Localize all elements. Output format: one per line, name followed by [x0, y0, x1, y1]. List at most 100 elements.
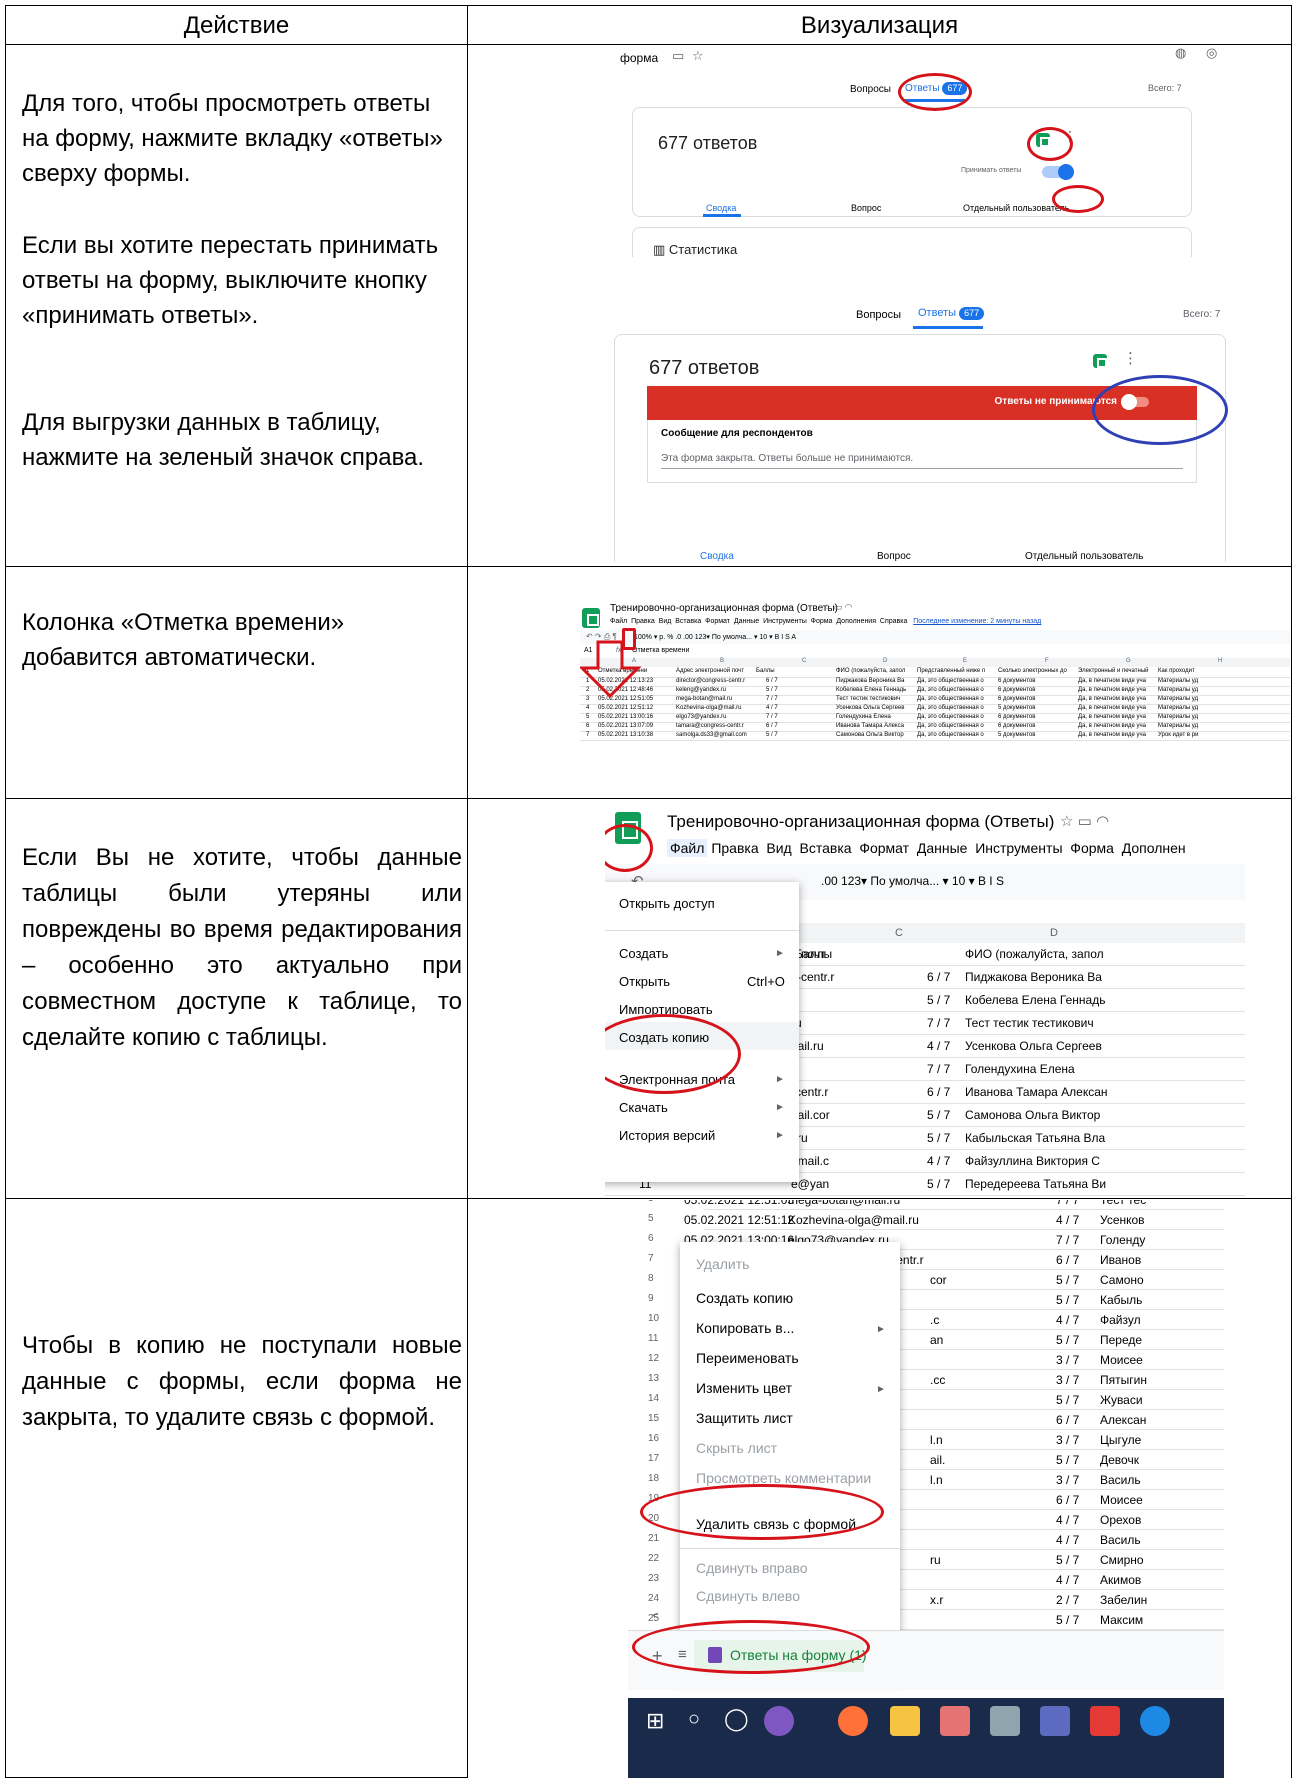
- table-cell[interactable]: 6 / 7: [1056, 1413, 1079, 1427]
- table-cell[interactable]: Пиджакова Вероника Ва: [965, 970, 1102, 984]
- sheets-link-icon-2[interactable]: [1093, 354, 1108, 369]
- accept-responses-toggle[interactable]: [1042, 164, 1074, 180]
- table-cell[interactable]: 4 / 7: [927, 1154, 950, 1168]
- table-cell[interactable]: 5 документов: [998, 732, 1035, 738]
- table-cell[interactable]: Усенкова Ольга Сергеев: [836, 705, 904, 711]
- table-cell[interactable]: Цыгуле: [1100, 1433, 1141, 1447]
- table-cell[interactable]: 05.02.2021 12:51:05: [684, 1200, 794, 1207]
- windows-start-icon[interactable]: ⊞: [646, 1708, 664, 1734]
- tab-questions[interactable]: Вопросы: [850, 84, 891, 95]
- table-cell[interactable]: Kozhevina-olga@mail.ru: [676, 705, 741, 711]
- table-cell[interactable]: 6 / 7: [1056, 1253, 1079, 1267]
- paint-icon[interactable]: [940, 1706, 970, 1736]
- table-cell[interactable]: Да, в печатном виде уча: [1078, 705, 1146, 711]
- ctx-copy-to[interactable]: Копировать в...: [696, 1320, 900, 1336]
- table-cell[interactable]: cor: [930, 1273, 947, 1287]
- menu-form-2[interactable]: Форма: [1070, 840, 1114, 856]
- calculator-icon[interactable]: [1040, 1706, 1070, 1736]
- subtab-summary[interactable]: Сводка: [706, 203, 736, 213]
- menu-view[interactable]: Вид: [659, 618, 672, 625]
- table-cell[interactable]: Материалы уд: [1158, 696, 1198, 702]
- ctx-delete[interactable]: Удалить: [696, 1256, 900, 1272]
- menu-edit[interactable]: Правка: [631, 618, 655, 625]
- table-cell[interactable]: Да, это общественная о: [917, 705, 984, 711]
- table-cell[interactable]: 6 / 7: [927, 970, 950, 984]
- table-cell[interactable]: Кабыль: [1100, 1293, 1142, 1307]
- table-cell[interactable]: 05.02.2021 12:51:12: [598, 705, 653, 711]
- table-cell[interactable]: Кобелева Елена Геннадь: [836, 687, 906, 693]
- ctx-rename[interactable]: Переименовать: [696, 1350, 900, 1366]
- table-cell[interactable]: .cc: [930, 1373, 945, 1387]
- tor-browser-icon[interactable]: [764, 1706, 794, 1736]
- ctx-comments[interactable]: Просмотреть комментарии: [696, 1470, 900, 1486]
- menu-form[interactable]: Форма: [811, 618, 833, 625]
- table-cell[interactable]: 7 / 7: [1056, 1200, 1079, 1207]
- subtab-question[interactable]: Вопрос: [851, 203, 881, 213]
- table-cell[interactable]: Орехов: [1100, 1513, 1141, 1527]
- menu-tools[interactable]: Инструменты: [763, 618, 807, 625]
- menu-addons-2[interactable]: Дополнен: [1122, 840, 1186, 856]
- col-H[interactable]: H: [1218, 658, 1222, 664]
- menu-item-create[interactable]: Создать: [619, 946, 799, 961]
- menu-edit-2[interactable]: Правка: [711, 840, 758, 856]
- last-edit-link[interactable]: Последнее изменение: 2 минуты назад: [913, 618, 1041, 625]
- edge-icon[interactable]: [1140, 1706, 1170, 1736]
- table-cell[interactable]: 5 / 7: [1056, 1333, 1079, 1347]
- pdf-reader-icon[interactable]: [1090, 1706, 1120, 1736]
- table-cell[interactable]: 6 / 7: [766, 723, 778, 729]
- table-cell[interactable]: Да, в печатном виде уча: [1078, 696, 1146, 702]
- table-cell[interactable]: 5 / 7: [927, 993, 950, 1007]
- tab-questions-2[interactable]: Вопросы: [856, 309, 901, 321]
- table-cell[interactable]: 5 / 7: [1056, 1393, 1079, 1407]
- table-cell[interactable]: mega-botan@mail.ru: [788, 1200, 900, 1207]
- title-icons[interactable]: ☆ ▭ ◠: [823, 602, 852, 613]
- table-cell[interactable]: Переде: [1100, 1333, 1142, 1347]
- table-cell[interactable]: 2 / 7: [1056, 1593, 1079, 1607]
- table-cell[interactable]: 3 / 7: [1056, 1373, 1079, 1387]
- table-cell[interactable]: Усенкова Ольга Сергеев: [965, 1039, 1102, 1053]
- table-cell[interactable]: x.r: [930, 1593, 943, 1607]
- col-E[interactable]: E: [963, 658, 967, 664]
- ctx-protect[interactable]: Защитить лист: [696, 1410, 900, 1426]
- table-cell[interactable]: 5 / 7: [1056, 1613, 1079, 1627]
- table-cell[interactable]: 7 / 7: [927, 1062, 950, 1076]
- table-cell[interactable]: Пиджакова Вероника Ва: [836, 678, 904, 684]
- ctx-move-right[interactable]: Сдвинуть вправо: [696, 1560, 900, 1576]
- header-cell-d[interactable]: ФИО (пожалуйста, запол: [836, 668, 905, 674]
- menu-insert-2[interactable]: Вставка: [800, 840, 852, 856]
- file-explorer-icon[interactable]: [890, 1706, 920, 1736]
- table-cell[interactable]: 5 / 7: [927, 1108, 950, 1122]
- table-cell[interactable]: Тест тес: [1100, 1200, 1146, 1207]
- ctx-move-left[interactable]: Сдвинуть влево: [696, 1588, 900, 1604]
- table-cell[interactable]: Самоно: [1100, 1273, 1144, 1287]
- col-B[interactable]: B: [720, 658, 724, 664]
- col-G[interactable]: G: [1126, 658, 1131, 664]
- table-cell[interactable]: 6 документов: [998, 723, 1035, 729]
- table-cell[interactable]: 6 / 7: [1056, 1493, 1079, 1507]
- table-cell[interactable]: 4 / 7: [766, 705, 778, 711]
- table-cell[interactable]: Файзул: [1100, 1313, 1141, 1327]
- table-cell[interactable]: 6 документов: [998, 678, 1035, 684]
- col-D-2[interactable]: D: [1050, 927, 1058, 939]
- table-cell[interactable]: 05.02.2021 13:00:16: [598, 714, 653, 720]
- table-cell[interactable]: mega-botan@mail.ru: [676, 696, 732, 702]
- table-cell[interactable]: 7 / 7: [766, 714, 778, 720]
- menu-data[interactable]: Данные: [734, 618, 759, 625]
- table-cell[interactable]: Иванова Тамара Алексан: [965, 1085, 1108, 1099]
- video-editor-icon[interactable]: [990, 1706, 1020, 1736]
- table-cell[interactable]: 5 / 7: [1056, 1453, 1079, 1467]
- menu-data-2[interactable]: Данные: [917, 840, 968, 856]
- table-cell[interactable]: 6 документов: [998, 687, 1035, 693]
- table-cell[interactable]: 5 / 7: [927, 1131, 950, 1145]
- table-cell[interactable]: Самонова Ольга Виктор: [836, 732, 904, 738]
- table-cell[interactable]: 4 / 7: [1056, 1573, 1079, 1587]
- table-cell[interactable]: Материалы уд: [1158, 678, 1198, 684]
- toolbar-controls[interactable]: 100% ▾ р. % .0 .00 123▾ По умолча... ▾ 1…: [634, 633, 796, 641]
- table-cell[interactable]: 5 / 7: [927, 1177, 950, 1191]
- table-cell[interactable]: Самонова Ольга Виктор: [965, 1108, 1100, 1122]
- menu-file[interactable]: Файл: [610, 618, 627, 625]
- table-cell[interactable]: Да, это общественная о: [917, 732, 984, 738]
- firefox-icon[interactable]: [838, 1706, 868, 1736]
- folder-icon[interactable]: ▭: [672, 48, 684, 64]
- table-cell[interactable]: 4 / 7: [1056, 1533, 1079, 1547]
